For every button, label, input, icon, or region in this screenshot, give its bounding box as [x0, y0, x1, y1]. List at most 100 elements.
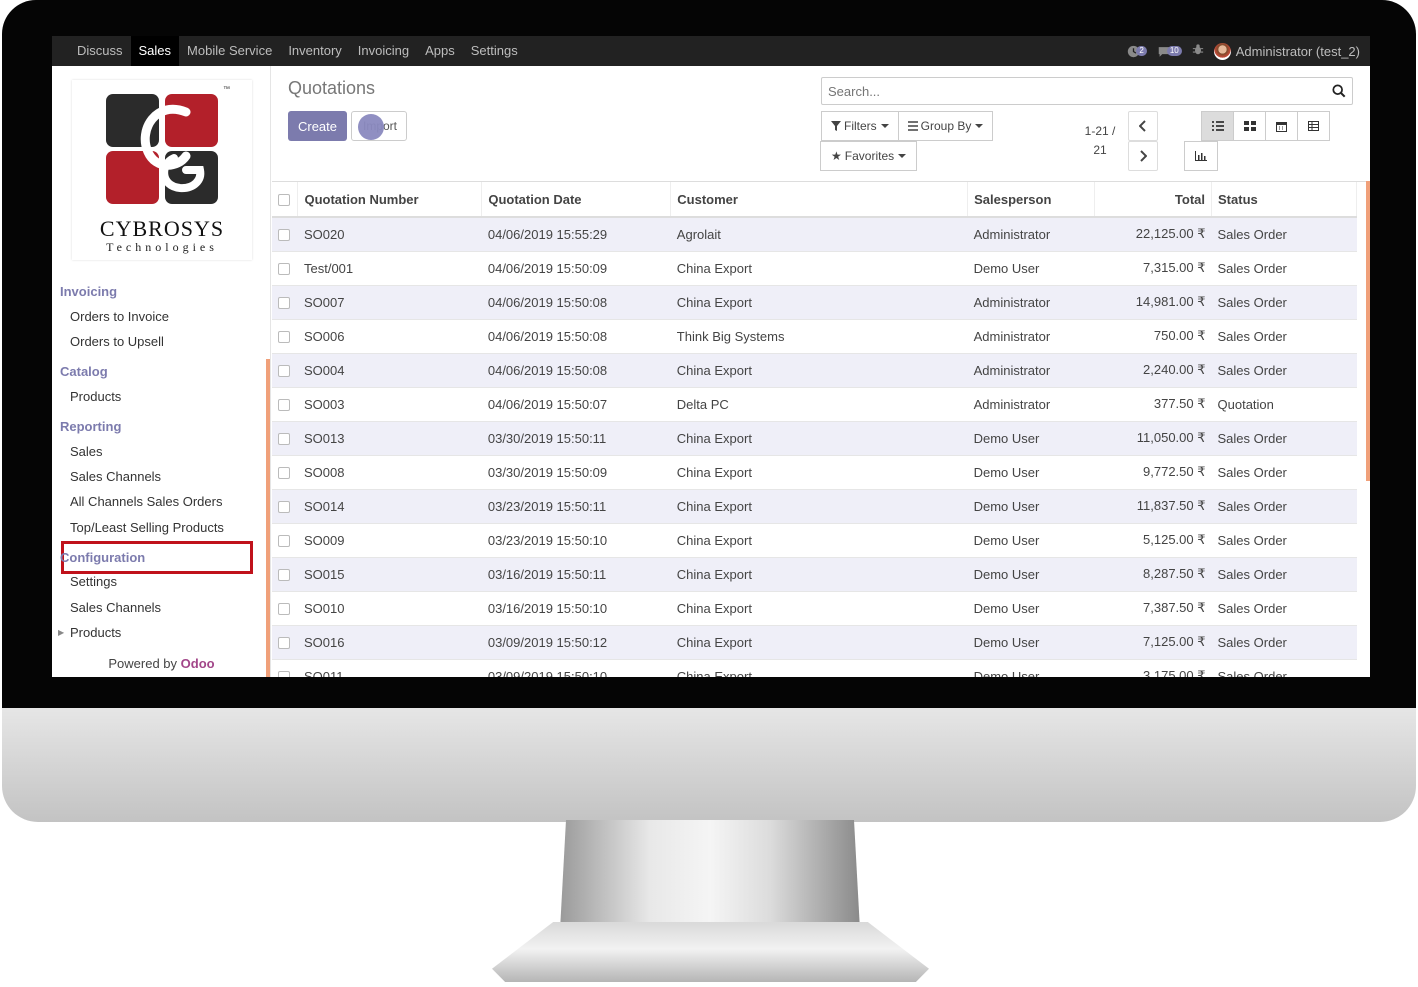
- graph-view-button[interactable]: [1184, 141, 1218, 171]
- section-configuration: Configuration: [60, 550, 146, 565]
- row-checkbox[interactable]: [278, 467, 290, 480]
- cell-quotation-date: 03/16/2019 15:50:10: [481, 590, 671, 625]
- cell-salesperson: Administrator: [967, 284, 1095, 319]
- table-row[interactable]: SO020 04/06/2019 15:55:29 Agrolait Admin…: [272, 216, 1357, 251]
- sidebar-item-top-least-selling-products[interactable]: Top/Least Selling Products: [70, 520, 224, 535]
- debug-bug-icon[interactable]: [1192, 43, 1204, 59]
- row-checkbox[interactable]: [278, 501, 290, 514]
- table-row[interactable]: SO015 03/16/2019 15:50:11 China Export D…: [272, 556, 1357, 591]
- row-checkbox[interactable]: [278, 399, 290, 412]
- cell-quotation-date: 03/09/2019 15:50:10: [481, 658, 671, 677]
- table-row[interactable]: SO011 03/09/2019 15:50:10 China Export D…: [272, 658, 1357, 677]
- column-total[interactable]: Total: [1094, 182, 1213, 218]
- list-view-button[interactable]: [1201, 111, 1234, 141]
- row-checkbox[interactable]: [278, 535, 290, 548]
- cell-quotation-number: SO014: [297, 488, 482, 523]
- row-select-cell: [272, 284, 298, 319]
- column-customer[interactable]: Customer: [670, 182, 969, 218]
- menu-settings[interactable]: Settings: [463, 36, 526, 66]
- calendar-view-button[interactable]: [1265, 111, 1298, 141]
- table-row[interactable]: SO009 03/23/2019 15:50:10 China Export D…: [272, 522, 1357, 557]
- table-row[interactable]: SO013 03/30/2019 15:50:11 China Export D…: [272, 420, 1357, 455]
- sidebar-item-all-channels-sales-orders[interactable]: All Channels Sales Orders: [70, 494, 222, 509]
- row-checkbox[interactable]: [278, 331, 290, 344]
- row-checkbox[interactable]: [278, 603, 290, 616]
- row-select-cell: [272, 488, 298, 523]
- row-checkbox[interactable]: [278, 671, 290, 677]
- sidebar: ™ CYBROSYS Technologies Invoicing Orders…: [52, 66, 271, 677]
- activity-menu[interactable]: 2: [1127, 45, 1147, 58]
- cell-quotation-date: 04/06/2019 15:55:29: [481, 216, 671, 251]
- table-row[interactable]: SO004 04/06/2019 15:50:08 China Export A…: [272, 352, 1357, 387]
- favorites-button[interactable]: ★ Favorites: [820, 141, 918, 171]
- menu-apps[interactable]: Apps: [417, 36, 463, 66]
- search-box: [821, 77, 1353, 105]
- row-checkbox[interactable]: [278, 263, 290, 276]
- table-row[interactable]: SO006 04/06/2019 15:50:08 Think Big Syst…: [272, 318, 1357, 353]
- menu-inventory[interactable]: Inventory: [280, 36, 349, 66]
- table-row[interactable]: SO007 04/06/2019 15:50:08 China Export A…: [272, 284, 1357, 319]
- kanban-view-button[interactable]: [1233, 111, 1266, 141]
- sidebar-item-products[interactable]: Products: [70, 389, 121, 404]
- row-select-cell: [272, 420, 298, 455]
- message-count-badge: 10: [1166, 46, 1182, 56]
- row-select-cell: [272, 522, 298, 557]
- sidebar-scrollbar[interactable]: [266, 359, 270, 677]
- menu-invoicing[interactable]: Invoicing: [350, 36, 417, 66]
- table-row[interactable]: SO014 03/23/2019 15:50:11 China Export D…: [272, 488, 1357, 523]
- filter-icon: [831, 121, 841, 131]
- list-scrollbar[interactable]: [1366, 181, 1370, 481]
- row-checkbox[interactable]: [278, 637, 290, 650]
- select-all-checkbox[interactable]: [278, 194, 290, 207]
- pager-value[interactable]: 1-21 / 21: [1080, 122, 1120, 160]
- row-checkbox[interactable]: [278, 297, 290, 310]
- pivot-view-button[interactable]: [1297, 111, 1330, 141]
- column-status[interactable]: Status: [1211, 182, 1357, 218]
- row-checkbox[interactable]: [278, 433, 290, 446]
- import-button[interactable]: Import: [351, 111, 407, 141]
- cell-quotation-date: 03/30/2019 15:50:09: [481, 454, 671, 489]
- sidebar-item-orders-to-upsell[interactable]: Orders to Upsell: [70, 334, 164, 349]
- sidebar-item-config-sales-channels[interactable]: Sales Channels: [70, 600, 161, 615]
- menu-discuss[interactable]: Discuss: [69, 36, 131, 66]
- table-row[interactable]: SO010 03/16/2019 15:50:10 China Export D…: [272, 590, 1357, 625]
- menu-sales[interactable]: Sales: [130, 36, 180, 66]
- company-logo: ™ CYBROSYS Technologies: [72, 80, 252, 260]
- odoo-link[interactable]: Odoo: [181, 656, 215, 671]
- sidebar-item-sales-channels[interactable]: Sales Channels: [70, 469, 161, 484]
- search-input[interactable]: [822, 78, 1352, 104]
- sidebar-item-sales[interactable]: Sales: [70, 444, 103, 459]
- column-quotation-number[interactable]: Quotation Number: [297, 182, 483, 218]
- messaging-menu[interactable]: 10: [1157, 45, 1182, 58]
- table-row[interactable]: SO008 03/30/2019 15:50:09 China Export D…: [272, 454, 1357, 489]
- row-checkbox[interactable]: [278, 229, 290, 242]
- sidebar-item-orders-to-invoice[interactable]: Orders to Invoice: [70, 309, 169, 324]
- table-row[interactable]: SO003 04/06/2019 15:50:07 Delta PC Admin…: [272, 386, 1357, 421]
- cell-status: Sales Order: [1211, 522, 1357, 557]
- filters-button[interactable]: Filters: [821, 111, 899, 141]
- cell-quotation-number: SO010: [297, 590, 482, 625]
- section-reporting: Reporting: [60, 419, 122, 434]
- column-quotation-date[interactable]: Quotation Date: [481, 182, 672, 218]
- user-menu[interactable]: Administrator (test_2): [1213, 42, 1360, 60]
- menu-mobile-service[interactable]: Mobile Service: [179, 36, 280, 66]
- pager-next-button[interactable]: [1128, 141, 1158, 171]
- sidebar-item-config-products[interactable]: Products: [70, 625, 121, 640]
- table-row[interactable]: Test/001 04/06/2019 15:50:09 China Expor…: [272, 250, 1357, 285]
- create-button[interactable]: Create: [288, 111, 347, 141]
- cell-customer: Delta PC: [670, 386, 968, 421]
- sidebar-item-config-settings[interactable]: Settings: [70, 574, 117, 589]
- search-icon[interactable]: [1332, 84, 1346, 98]
- row-checkbox[interactable]: [278, 365, 290, 378]
- cell-status: Sales Order: [1211, 284, 1357, 319]
- row-checkbox[interactable]: [278, 569, 290, 582]
- cell-salesperson: Administrator: [967, 318, 1095, 353]
- pager-previous-button[interactable]: [1128, 111, 1158, 141]
- view-switcher: [1201, 111, 1330, 141]
- groupby-button[interactable]: Group By: [897, 111, 994, 141]
- cell-customer: China Export: [670, 454, 968, 489]
- cell-quotation-date: 03/23/2019 15:50:10: [481, 522, 671, 557]
- column-salesperson[interactable]: Salesperson: [967, 182, 1096, 218]
- table-row[interactable]: SO016 03/09/2019 15:50:12 China Export D…: [272, 624, 1357, 659]
- cell-status: Sales Order: [1211, 250, 1357, 285]
